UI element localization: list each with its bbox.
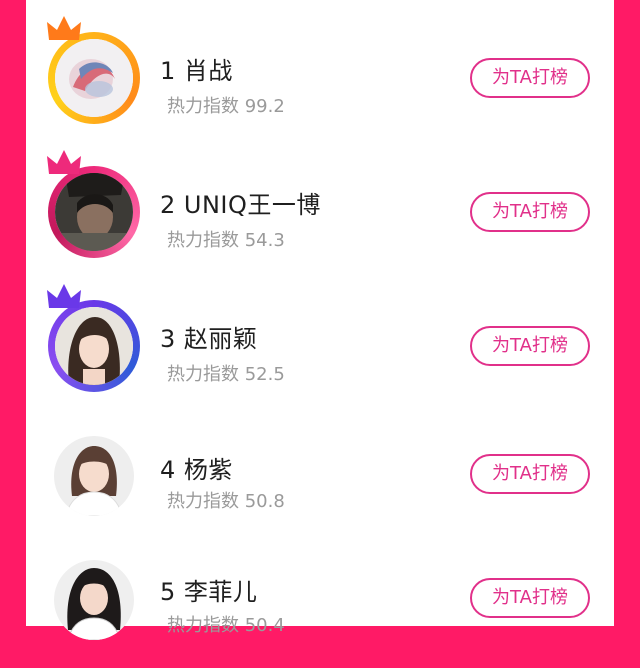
crown-icon xyxy=(47,16,81,40)
list-item[interactable]: 3 赵丽颖 热力指数 52.5 为TA打榜 xyxy=(26,284,614,406)
heat-index: 热力指数 52.5 xyxy=(167,360,285,386)
vote-button[interactable]: 为TA打榜 xyxy=(470,578,590,618)
avatar[interactable] xyxy=(48,554,140,646)
heat-value: 52.5 xyxy=(244,364,285,385)
heat-index: 热力指数 54.3 xyxy=(167,226,285,252)
vote-button[interactable]: 为TA打榜 xyxy=(470,192,590,232)
list-item[interactable]: 5 李菲儿 热力指数 50.4 为TA打榜 xyxy=(26,548,614,668)
rank-name: 3 赵丽颖 xyxy=(160,325,258,353)
heat-index: 热力指数 99.2 xyxy=(167,92,285,118)
list-item[interactable]: 2 UNIQ王一博 热力指数 54.3 为TA打榜 xyxy=(26,150,614,272)
list-item[interactable]: 4 杨紫 热力指数 50.8 为TA打榜 xyxy=(26,420,614,540)
heat-label: 热力指数 xyxy=(167,491,239,512)
avatar[interactable] xyxy=(47,16,140,124)
heat-value: 54.3 xyxy=(244,230,285,251)
rank-name: 4 杨紫 xyxy=(160,456,233,484)
avatar[interactable] xyxy=(47,284,140,392)
avatar[interactable] xyxy=(47,150,140,258)
vote-button[interactable]: 为TA打榜 xyxy=(470,454,590,494)
heat-label: 热力指数 xyxy=(167,364,239,385)
crown-icon xyxy=(47,284,81,308)
heat-value: 50.8 xyxy=(244,491,285,512)
vote-button[interactable]: 为TA打榜 xyxy=(470,326,590,366)
heat-value: 99.2 xyxy=(244,96,285,117)
heat-label: 热力指数 xyxy=(167,230,239,251)
heat-index: 热力指数 50.8 xyxy=(167,487,285,513)
avatar[interactable] xyxy=(48,430,140,522)
rank-name: 2 UNIQ王一博 xyxy=(160,191,321,219)
list-item[interactable]: 1 肖战 热力指数 99.2 为TA打榜 xyxy=(26,16,614,138)
ranking-card: 1 肖战 热力指数 99.2 为TA打榜 2 UNIQ王一博 热力指数 54.3… xyxy=(26,0,614,640)
heat-index: 热力指数 50.4 xyxy=(167,611,285,637)
heat-label: 热力指数 xyxy=(167,96,239,117)
crown-icon xyxy=(47,150,81,174)
rank-name: 1 肖战 xyxy=(160,57,233,85)
vote-button[interactable]: 为TA打榜 xyxy=(470,58,590,98)
rank-name: 5 李菲儿 xyxy=(160,578,258,606)
